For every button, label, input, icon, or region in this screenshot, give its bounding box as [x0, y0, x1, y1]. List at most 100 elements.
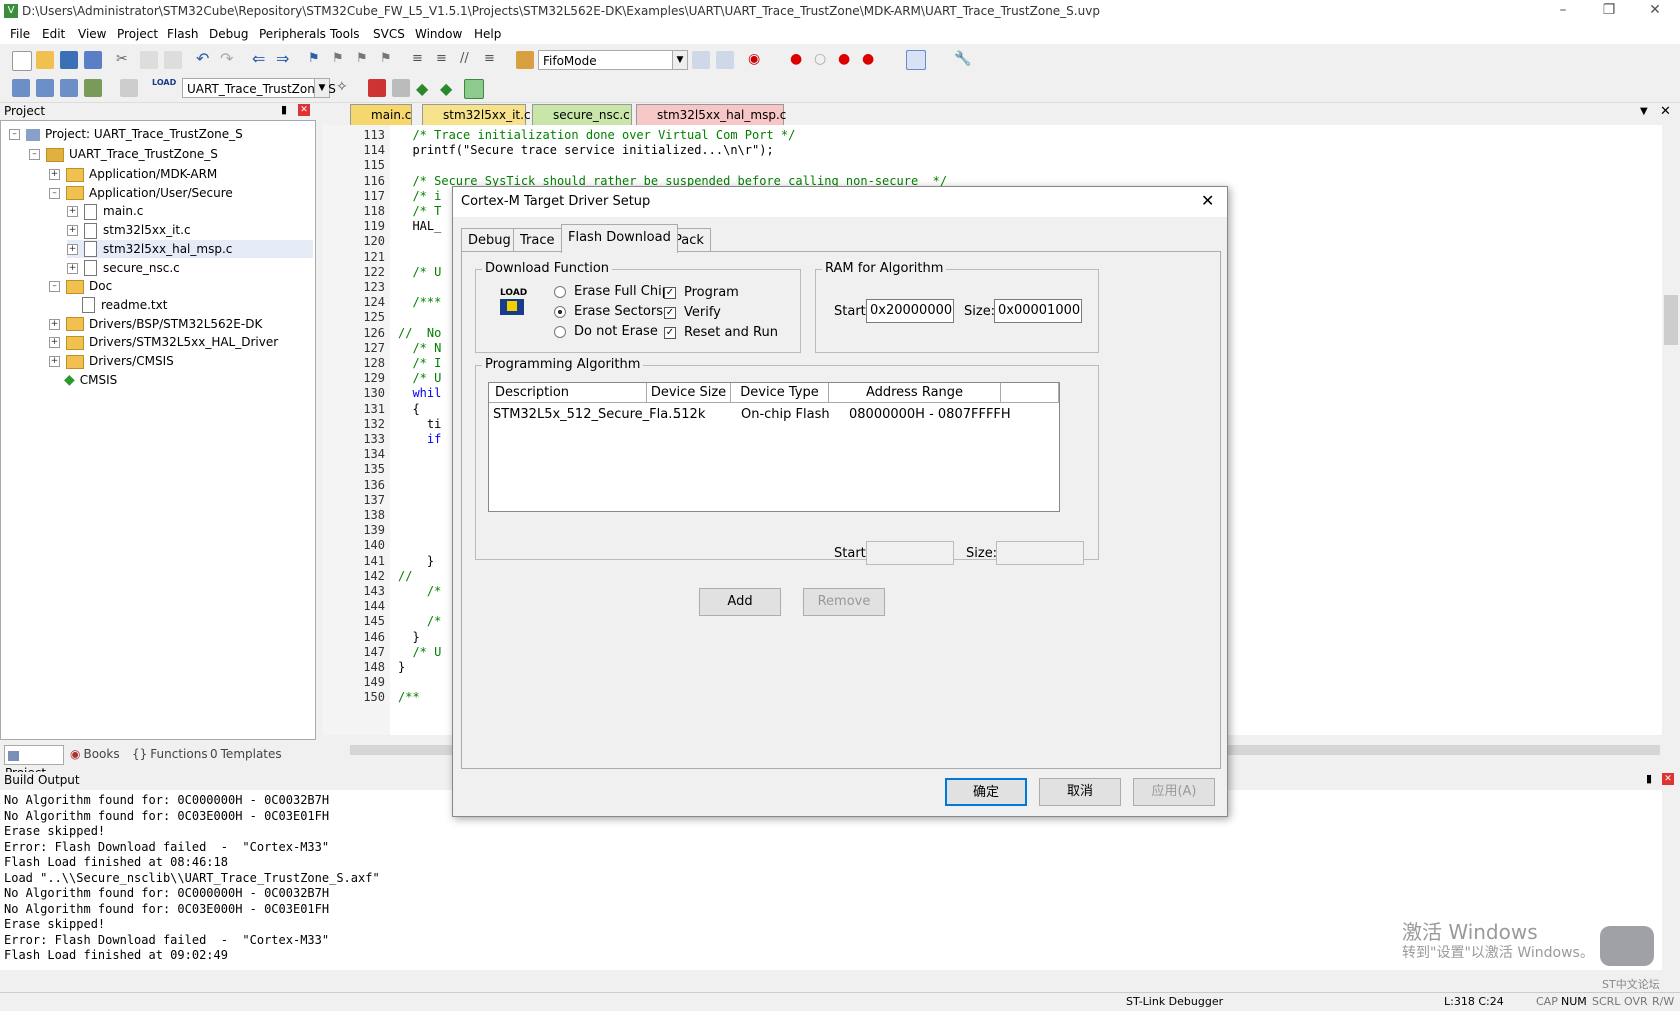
- expand-icon[interactable]: +: [67, 225, 78, 237]
- ram-start-input[interactable]: 0x20000000: [866, 299, 954, 323]
- close-panel-icon[interactable]: ✕: [1662, 773, 1674, 785]
- output-vscrollbar[interactable]: [1662, 790, 1680, 990]
- comment-icon[interactable]: //: [460, 51, 478, 69]
- ram-size-input[interactable]: 0x00001000: [994, 299, 1082, 323]
- cancel-button[interactable]: 取消: [1039, 778, 1121, 806]
- code-line[interactable]: /* T: [398, 204, 441, 218]
- translate-icon[interactable]: [12, 79, 30, 97]
- program-option[interactable]: ✓ Program: [664, 285, 739, 300]
- editor-tab-hal-msp-c[interactable]: stm32l5xx_hal_msp.c: [636, 104, 786, 125]
- nav-forward-icon[interactable]: ⇒: [276, 49, 294, 68]
- code-line[interactable]: /* U: [398, 645, 441, 659]
- collapse-icon[interactable]: –: [9, 129, 20, 140]
- tab-project[interactable]: Project: [4, 745, 64, 780]
- code-line[interactable]: if: [398, 432, 441, 446]
- tree-file[interactable]: readme.txt: [67, 296, 167, 314]
- close-editor-icon[interactable]: ✕: [1660, 104, 1671, 119]
- editor-vscrollbar[interactable]: [1662, 125, 1680, 735]
- rebuild-icon[interactable]: [60, 79, 78, 97]
- pin-icon[interactable]: ▮: [1646, 772, 1652, 785]
- apply-button[interactable]: 应用(A): [1133, 778, 1215, 806]
- tree-file[interactable]: + secure_nsc.c: [67, 259, 180, 277]
- expand-icon[interactable]: +: [49, 318, 60, 330]
- batch-build-icon[interactable]: [84, 79, 102, 97]
- code-line[interactable]: printf("Secure trace service initialized…: [398, 143, 773, 157]
- expand-icon[interactable]: +: [67, 262, 78, 274]
- algo-size-input[interactable]: [996, 541, 1084, 565]
- code-line[interactable]: /*: [398, 614, 441, 628]
- close-window-button[interactable]: ✕: [1640, 2, 1670, 20]
- clear-bookmarks-icon[interactable]: ⚑: [380, 51, 398, 69]
- close-panel-icon[interactable]: ✕: [298, 104, 310, 116]
- tree-target[interactable]: – UART_Trace_TrustZone_S: [29, 145, 218, 163]
- tree-file[interactable]: ◆ CMSIS: [49, 371, 117, 389]
- code-line[interactable]: /* U: [398, 265, 441, 279]
- algo-start-input[interactable]: [866, 541, 954, 565]
- add-button[interactable]: Add: [699, 588, 781, 616]
- target-combo[interactable]: UART_Trace_TrustZone_S ▼: [182, 78, 336, 98]
- menu-window[interactable]: Window: [415, 27, 462, 41]
- open-folder-icon[interactable]: [36, 51, 54, 69]
- menu-peripherals[interactable]: Peripherals: [259, 27, 326, 41]
- start-debug-icon[interactable]: ◉: [748, 51, 766, 69]
- find-combo[interactable]: FifoMode ▼: [538, 50, 688, 70]
- menu-svcs[interactable]: SVCS: [373, 27, 405, 41]
- tree-file[interactable]: + stm32l5xx_hal_msp.c: [67, 239, 313, 258]
- disable-all-breakpoints-icon[interactable]: ●: [838, 51, 856, 69]
- pin-icon[interactable]: ▮: [281, 103, 287, 116]
- manage-components-icon[interactable]: [368, 79, 386, 97]
- forum-chat-icon[interactable]: [1600, 926, 1654, 966]
- code-line[interactable]: /* N: [398, 341, 441, 355]
- cut-icon[interactable]: ✂: [116, 51, 134, 69]
- tab-templates[interactable]: 0 Templates: [210, 745, 282, 763]
- chevron-down-icon[interactable]: ▼: [314, 79, 329, 97]
- collapse-icon[interactable]: –: [29, 149, 40, 160]
- collapse-icon[interactable]: –: [49, 187, 60, 199]
- tab-debug[interactable]: Debug: [461, 228, 518, 252]
- do-not-erase-option[interactable]: Do not Erase: [554, 324, 658, 339]
- ok-button[interactable]: 确定: [945, 778, 1027, 806]
- menu-tools[interactable]: Tools: [330, 27, 360, 41]
- menu-flash[interactable]: Flash: [167, 27, 198, 41]
- configure-icon[interactable]: 🔧: [954, 51, 972, 69]
- chevron-down-icon[interactable]: ▼: [672, 51, 687, 69]
- menu-project[interactable]: Project: [117, 27, 158, 41]
- tree-folder[interactable]: + Application/MDK-ARM: [49, 165, 217, 183]
- code-line[interactable]: HAL_: [398, 219, 441, 233]
- code-line[interactable]: /* i: [398, 189, 441, 203]
- undo-icon[interactable]: ↶: [196, 49, 214, 68]
- indent-icon[interactable]: ≡: [412, 51, 430, 69]
- expand-icon[interactable]: +: [67, 206, 78, 218]
- find-in-files-icon[interactable]: [516, 51, 534, 69]
- redo-icon[interactable]: ↷: [220, 49, 238, 68]
- column-device-size[interactable]: Device Size: [647, 383, 731, 403]
- tab-list-chevron-icon[interactable]: ▼: [1640, 106, 1648, 117]
- reset-and-run-checkbox[interactable]: ✓: [664, 326, 676, 339]
- code-line[interactable]: /**: [398, 690, 420, 704]
- code-line[interactable]: /* I: [398, 356, 441, 370]
- column-description[interactable]: Description: [489, 383, 647, 403]
- code-line[interactable]: // No: [398, 326, 441, 340]
- code-line[interactable]: ti: [398, 417, 441, 431]
- menu-help[interactable]: Help: [474, 27, 501, 41]
- remove-button[interactable]: Remove: [803, 588, 885, 616]
- algorithm-list[interactable]: Description Device Size Device Type Addr…: [488, 382, 1060, 512]
- expand-icon[interactable]: +: [67, 243, 78, 255]
- uncomment-icon[interactable]: ≡: [484, 51, 502, 69]
- tab-flash-download[interactable]: Flash Download: [561, 224, 678, 253]
- tree-folder[interactable]: + Drivers/CMSIS: [49, 352, 174, 370]
- erase-sectors-option[interactable]: Erase Sectors: [554, 304, 663, 319]
- tab-trace[interactable]: Trace: [513, 228, 562, 252]
- load-icon[interactable]: LOAD: [152, 78, 176, 96]
- tree-root[interactable]: – Project: UART_Trace_TrustZone_S: [9, 125, 243, 143]
- save-icon[interactable]: [60, 51, 78, 69]
- expand-icon[interactable]: +: [49, 169, 60, 180]
- verify-option[interactable]: ✓ Verify: [664, 305, 721, 320]
- code-line[interactable]: }: [398, 554, 434, 568]
- tree-folder[interactable]: – Doc: [49, 277, 112, 295]
- copy-icon[interactable]: [140, 51, 158, 69]
- code-line[interactable]: }: [398, 630, 419, 644]
- next-bookmark-icon[interactable]: ⚑: [356, 51, 374, 69]
- column-device-type[interactable]: Device Type: [731, 383, 829, 403]
- run-time-env-icon[interactable]: [464, 79, 484, 99]
